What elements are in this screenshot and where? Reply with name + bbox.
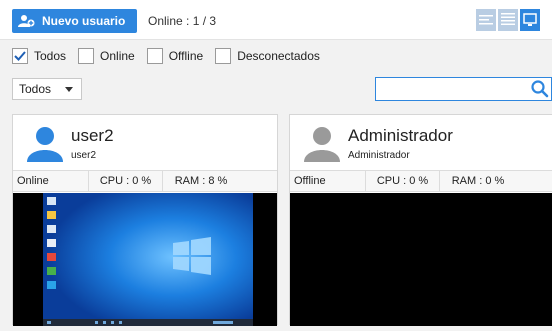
filter-offline-label: Offline — [168, 49, 204, 63]
user-avatar-icon — [302, 126, 342, 162]
filter-todos-label: Todos — [34, 49, 67, 63]
filter-online-label: Online — [100, 49, 135, 63]
windows-desktop-thumbnail — [13, 193, 277, 326]
view-detail-button[interactable] — [498, 9, 518, 31]
filter-online-checkbox[interactable] — [78, 48, 95, 64]
add-user-icon — [18, 14, 36, 28]
new-user-button[interactable]: Nuevo usuario — [12, 9, 137, 33]
list-detail-icon — [501, 13, 515, 25]
user-name: Administrador — [348, 126, 453, 145]
chevron-down-icon — [65, 87, 73, 92]
user-subname: user2 — [71, 150, 97, 161]
screen-view-icon — [523, 13, 537, 26]
top-toolbar: Nuevo usuario Online : 1 / 3 — [0, 0, 552, 40]
user-avatar-icon — [25, 126, 65, 162]
user-stats: Offline CPU : 0 % RAM : 0 % — [290, 170, 552, 192]
user-status: Online — [13, 171, 89, 191]
search-input[interactable] — [375, 77, 552, 101]
check-icon — [14, 51, 26, 61]
user-subname: Administrador — [348, 150, 410, 161]
user-ram: RAM : 0 % — [451, 175, 505, 187]
group-select-value: Todos — [19, 82, 52, 96]
view-screen-button[interactable] — [520, 9, 540, 31]
online-count: Online : 1 / 3 — [148, 14, 217, 28]
filter-todos-checkbox[interactable] — [12, 48, 28, 64]
user-card[interactable]: Administrador Administrador Offline CPU … — [289, 114, 552, 326]
view-compact-button[interactable] — [476, 9, 496, 31]
status-filters: Todos Online Offline Desconectados — [12, 48, 332, 64]
remote-screen-preview[interactable] — [290, 193, 552, 326]
view-mode-buttons — [476, 9, 540, 31]
user-card-header: Administrador Administrador — [290, 115, 552, 170]
user-ram: RAM : 8 % — [174, 175, 228, 187]
search-icon[interactable] — [530, 79, 550, 99]
list-compact-icon — [479, 15, 493, 25]
filter-desconectados-checkbox[interactable] — [215, 48, 232, 64]
user-card-header: user2 user2 — [13, 115, 277, 170]
group-select[interactable]: Todos — [12, 78, 82, 100]
user-cpu: CPU : 0 % — [366, 171, 440, 191]
user-status: Offline — [290, 171, 366, 191]
user-name: user2 — [71, 126, 114, 145]
user-cpu: CPU : 0 % — [89, 171, 163, 191]
new-user-label: Nuevo usuario — [42, 14, 126, 28]
filter-desconectados-label: Desconectados — [237, 49, 320, 63]
remote-screen-preview[interactable] — [13, 193, 277, 326]
user-stats: Online CPU : 0 % RAM : 8 % — [13, 170, 277, 192]
user-card[interactable]: user2 user2 Online CPU : 0 % RAM : 8 % — [12, 114, 278, 326]
filter-offline-checkbox[interactable] — [146, 48, 163, 64]
